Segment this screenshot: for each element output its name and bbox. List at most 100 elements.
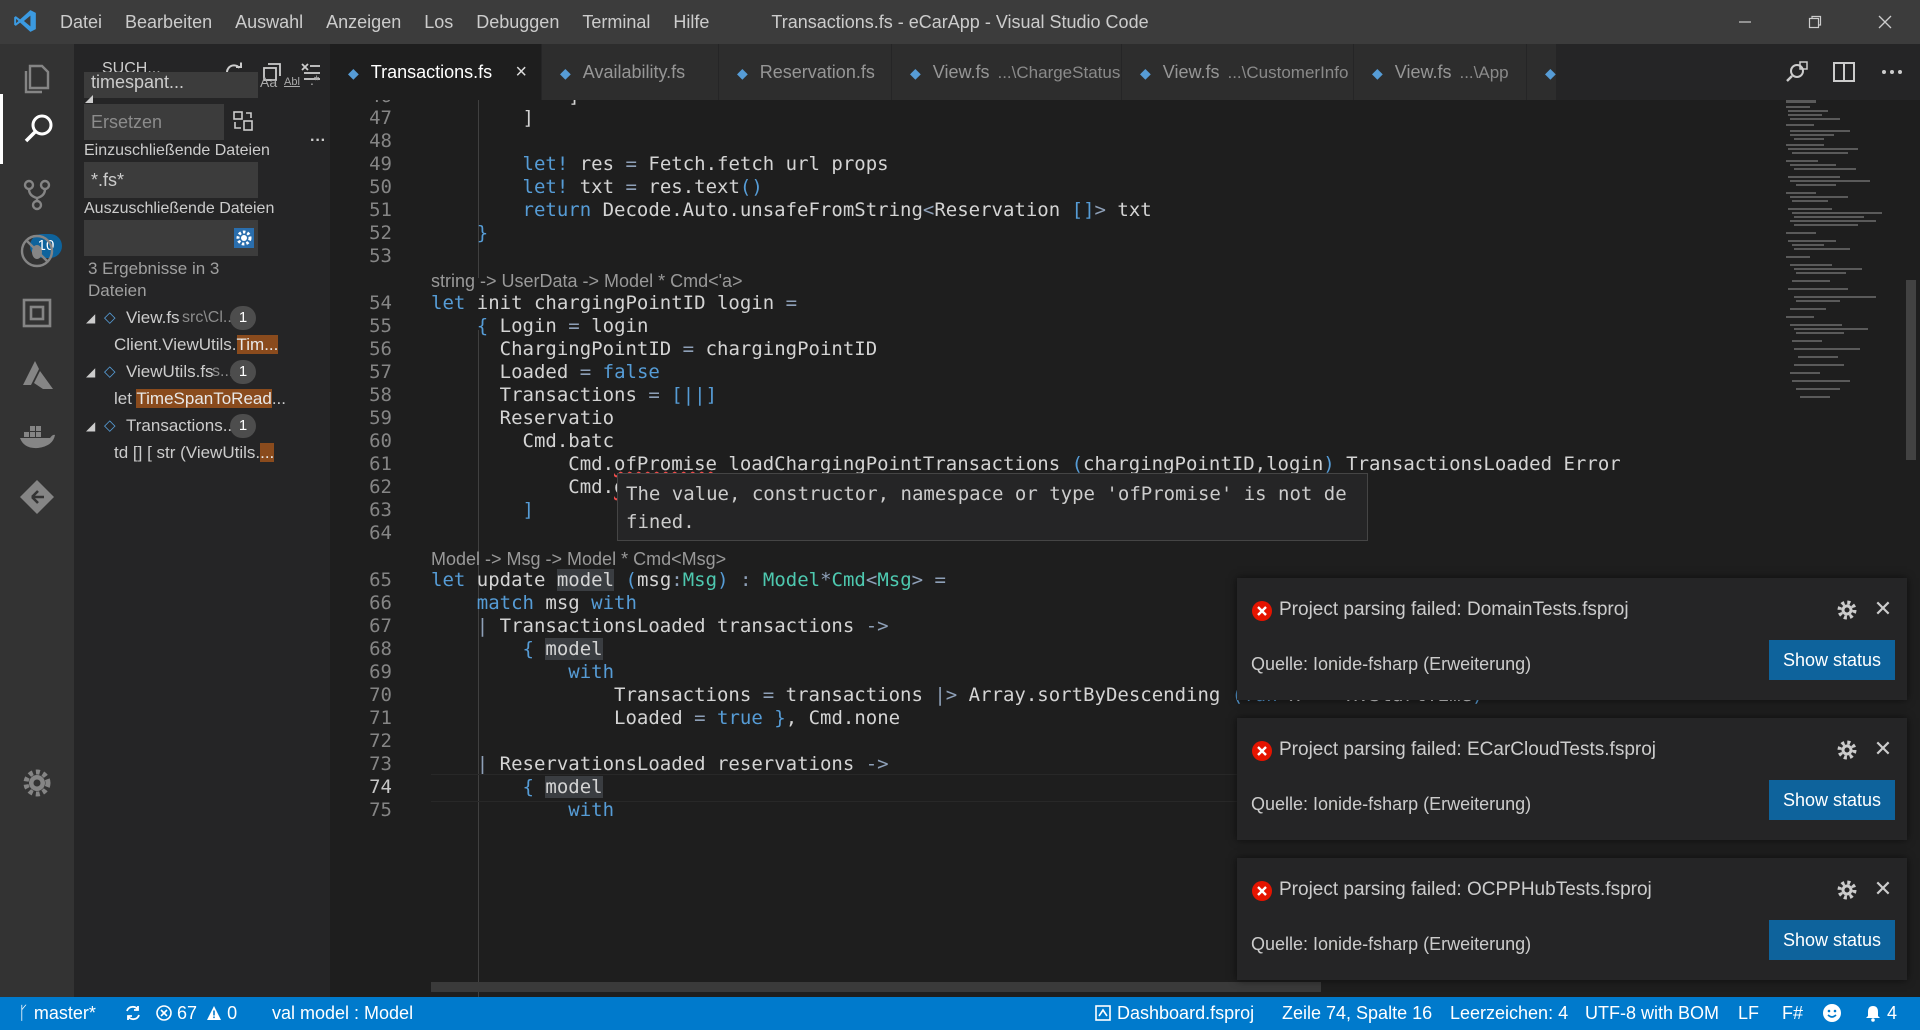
error-hover-tooltip: The value, constructor, namespace or typ…	[617, 473, 1368, 541]
debug-button[interactable]	[0, 216, 74, 286]
regex-toggle[interactable]: .*	[310, 72, 319, 88]
results-summary: 3 Ergebnisse in 3 Dateien	[88, 258, 219, 302]
git-lens-button[interactable]	[0, 462, 74, 532]
replace-input[interactable]: Ersetzen	[84, 104, 224, 140]
more-actions-icon[interactable]	[1880, 60, 1904, 84]
menu-datei[interactable]: Datei	[60, 12, 102, 33]
tab-label: Availability.fs	[582, 62, 686, 82]
branch-name: master*	[33, 1003, 96, 1023]
result-match-row[interactable]: td [] [ str (ViewUtils....	[74, 437, 330, 469]
settings-manage-button[interactable]	[0, 748, 74, 818]
split-editor-icon[interactable]	[1832, 60, 1856, 84]
use-exclude-settings-button[interactable]	[230, 220, 258, 256]
fsharp-file-icon: ◆	[1372, 65, 1383, 81]
menu-auswahl[interactable]: Auswahl	[235, 12, 303, 33]
tab-overflow[interactable]: ◆	[1527, 44, 1557, 100]
error-count: 67	[177, 1003, 198, 1023]
notifications-button[interactable]: 4	[1864, 997, 1897, 1030]
search-view-button[interactable]	[0, 94, 74, 164]
branch-indicator[interactable]: ᚴ master*	[18, 997, 96, 1030]
menu-hilfe[interactable]: Hilfe	[673, 12, 709, 33]
tab-view-chargestatus[interactable]: ◆ View.fs ...\ChargeStatus	[892, 44, 1122, 100]
close-notification-icon[interactable]: ✕	[1871, 876, 1895, 902]
scrollbar-thumb[interactable]	[1906, 280, 1916, 460]
language-mode[interactable]: F#	[1782, 997, 1803, 1030]
notification-toast: Project parsing failed: DomainTests.fspr…	[1237, 578, 1907, 700]
show-status-button[interactable]: Show status	[1769, 780, 1895, 820]
tab-transactions[interactable]: ◆ Transactions.fs ×	[330, 44, 542, 100]
match-case-toggle[interactable]: Aa	[260, 74, 277, 90]
close-window-button[interactable]	[1850, 0, 1920, 44]
line-number: 75	[369, 799, 392, 821]
code-line: with	[568, 799, 615, 821]
code-line: Loaded = true }, Cmd.none	[431, 707, 901, 729]
smiley-icon	[1823, 1004, 1841, 1022]
tab-label: View.fs	[1162, 62, 1220, 82]
menu-terminal[interactable]: Terminal	[582, 12, 650, 33]
tab-availability[interactable]: ◆ Availability.fs	[542, 44, 719, 100]
result-count-badge: 1	[230, 360, 256, 384]
replace-all-icon[interactable]	[232, 110, 254, 132]
close-notification-icon[interactable]: ✕	[1871, 596, 1895, 622]
git-branch-icon: ᚴ	[18, 1003, 29, 1023]
menu-anzeigen[interactable]: Anzeigen	[326, 12, 401, 33]
sync-icon	[126, 1005, 140, 1021]
azure-button[interactable]	[0, 340, 74, 410]
include-files-input[interactable]: *.fs*	[84, 162, 258, 198]
notification-source: Quelle: Ionide-fsharp (Erweiterung)	[1251, 654, 1532, 674]
gear-icon[interactable]	[1835, 878, 1859, 902]
horizontal-scrollbar[interactable]	[431, 982, 1321, 992]
project-indicator[interactable]: Dashboard.fsproj	[1094, 997, 1254, 1030]
line-ending[interactable]: LF	[1738, 997, 1759, 1030]
fsharp-file-icon: ◆	[348, 65, 359, 81]
notification-count: 4	[1887, 1003, 1898, 1023]
match-suffix: ...	[271, 389, 286, 408]
match-highlight: ...	[260, 443, 275, 462]
close-notification-icon[interactable]: ✕	[1871, 736, 1895, 762]
gear-icon[interactable]	[1835, 738, 1859, 762]
code-line: }	[476, 222, 489, 244]
restore-button[interactable]	[1780, 0, 1850, 44]
chevron-down-icon[interactable]	[84, 94, 94, 104]
tab-reservation[interactable]: ◆ Reservation.fs	[719, 44, 892, 100]
notification-message: Project parsing failed: OCPPHubTests.fsp…	[1279, 879, 1652, 900]
code-line: ]	[522, 499, 534, 521]
notification-message: Project parsing failed: DomainTests.fspr…	[1279, 599, 1629, 620]
menu-los[interactable]: Los	[424, 12, 453, 33]
project-name: Dashboard.fsproj	[1117, 1003, 1255, 1023]
include-files-value: *.fs*	[91, 170, 125, 190]
source-control-icon	[23, 179, 51, 211]
match-highlight: Tim...	[236, 335, 279, 354]
menu-debuggen[interactable]: Debuggen	[476, 12, 559, 33]
result-count-badge: 1	[230, 414, 256, 438]
match-prefix: td [] [ str (ViewUtils.	[114, 443, 261, 462]
tab-path: ...\CustomerInfo	[1227, 63, 1349, 82]
cursor-position[interactable]: Zeile 74, Spalte 16	[1282, 997, 1432, 1030]
open-changes-icon[interactable]	[1784, 59, 1810, 85]
tab-view-customerinfo[interactable]: ◆ View.fs ...\CustomerInfo	[1122, 44, 1354, 100]
extensions-button[interactable]	[0, 278, 74, 348]
tab-label: View.fs	[932, 62, 990, 82]
encoding[interactable]: UTF-8 with BOM	[1585, 997, 1719, 1030]
menu-bearbeiten[interactable]: Bearbeiten	[125, 12, 212, 33]
show-status-button[interactable]: Show status	[1769, 920, 1895, 960]
problems-indicator[interactable]: 67 0	[156, 997, 237, 1030]
close-tab-icon[interactable]: ×	[515, 44, 527, 100]
match-prefix: let	[114, 389, 137, 408]
notification-message: Project parsing failed: ECarCloudTests.f…	[1279, 739, 1657, 760]
show-status-button[interactable]: Show status	[1769, 640, 1895, 680]
azure-icon	[23, 361, 53, 389]
tab-view-app[interactable]: ◆ View.fs ...\App	[1354, 44, 1527, 100]
minimize-button[interactable]	[1710, 0, 1780, 44]
toggle-details-icon[interactable]: ···	[310, 132, 326, 150]
title-bar: Datei Bearbeiten Auswahl Anzeigen Los De…	[0, 0, 1920, 44]
feedback-button[interactable]	[1822, 997, 1842, 1030]
sync-button[interactable]	[124, 997, 142, 1030]
search-input[interactable]: timespant...	[84, 72, 258, 98]
restore-icon	[1808, 15, 1822, 29]
match-word-toggle[interactable]: Abl	[284, 76, 300, 88]
editor-actions	[1784, 44, 1904, 100]
gear-icon[interactable]	[1835, 598, 1859, 622]
match-prefix: Client.ViewUtils.	[114, 335, 237, 354]
indentation[interactable]: Leerzeichen: 4	[1450, 997, 1568, 1030]
